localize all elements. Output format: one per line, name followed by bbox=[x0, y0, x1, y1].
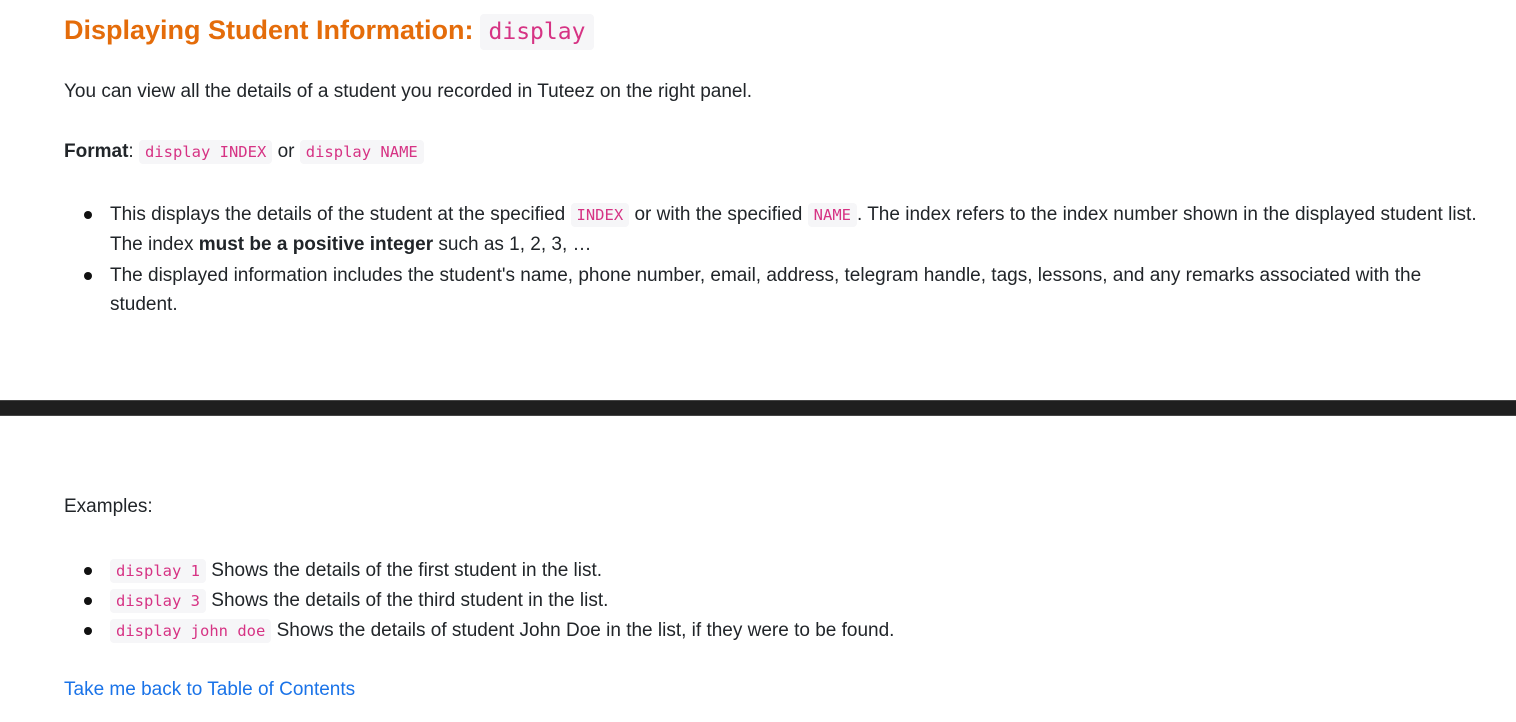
section-heading: Displaying Student Information: display bbox=[64, 10, 595, 52]
bullet-text: The displayed information includes the s… bbox=[110, 265, 1422, 315]
example-code: display 1 bbox=[110, 559, 206, 583]
horizontal-divider bbox=[0, 400, 1516, 416]
name-code: NAME bbox=[807, 203, 857, 227]
format-label: Format bbox=[64, 141, 129, 162]
example-code: display 3 bbox=[110, 589, 206, 613]
format-code-name: display NAME bbox=[299, 140, 424, 164]
format-or: or bbox=[277, 141, 295, 162]
list-item: display 3 Shows the details of the third… bbox=[82, 586, 1486, 616]
format-line: Format: display INDEX or display NAME bbox=[64, 138, 1486, 166]
example-text: Shows the details of the third student i… bbox=[211, 590, 609, 611]
page: Displaying Student Information: display Y… bbox=[0, 0, 1516, 722]
list-item: display 1 Shows the details of the first… bbox=[82, 556, 1486, 586]
bullet-text: or with the specified bbox=[634, 204, 803, 225]
heading-command-code: display bbox=[479, 14, 595, 50]
list-item: display john doe Shows the details of st… bbox=[82, 616, 1486, 646]
intro-paragraph: You can view all the details of a studen… bbox=[64, 81, 752, 102]
details-list: This displays the details of the student… bbox=[82, 200, 1486, 321]
heading-title: Displaying Student Information: bbox=[64, 15, 474, 45]
table-of-contents-link[interactable]: Take me back to Table of Contents bbox=[64, 676, 355, 704]
index-code: INDEX bbox=[570, 203, 630, 227]
example-code: display john doe bbox=[110, 619, 272, 643]
format-colon: : bbox=[128, 141, 134, 162]
bullet-bold-text: must be a positive integer bbox=[198, 234, 434, 255]
examples-list: display 1 Shows the details of the first… bbox=[82, 556, 1486, 646]
list-item: The displayed information includes the s… bbox=[82, 261, 1486, 319]
format-code-index: display INDEX bbox=[138, 140, 273, 164]
example-text: Shows the details of the first student i… bbox=[211, 560, 603, 581]
list-item: This displays the details of the student… bbox=[82, 200, 1486, 259]
example-text: Shows the details of student John Doe in… bbox=[276, 620, 895, 641]
examples-label: Examples: bbox=[64, 496, 153, 517]
bullet-text: This displays the details of the student… bbox=[110, 204, 566, 225]
bullet-text: such as 1, 2, 3, … bbox=[438, 234, 592, 255]
